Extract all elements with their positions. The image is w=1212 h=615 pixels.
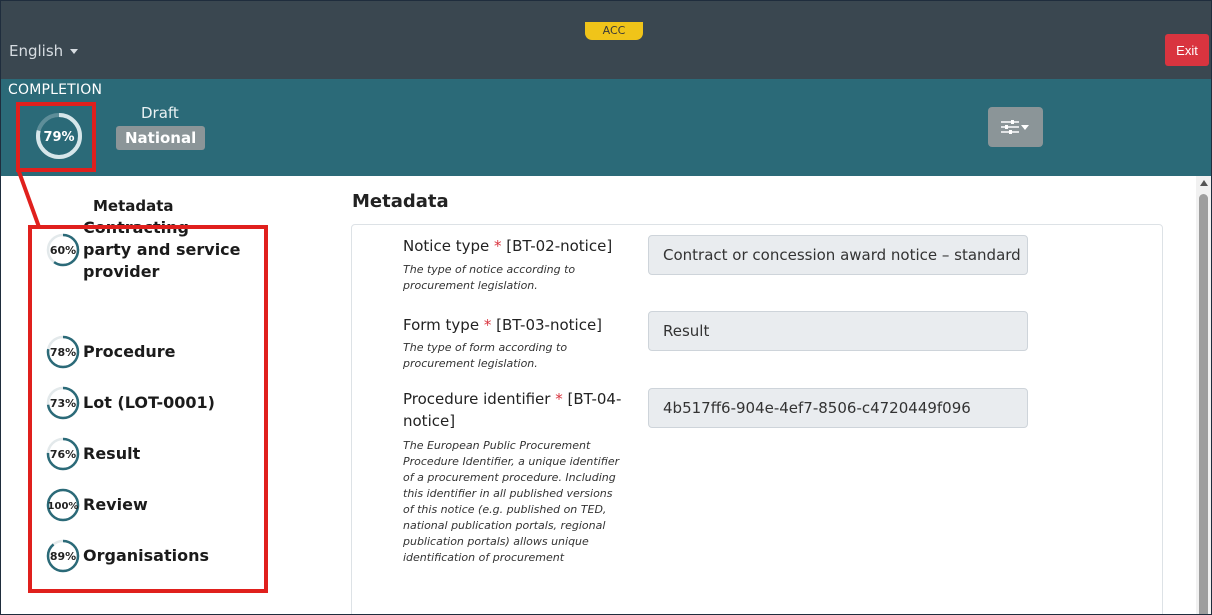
status-label: Draft [141, 104, 179, 122]
field-label-notice-type: Notice type * [BT-02-notice] [403, 237, 613, 255]
completion-label: COMPLETION [8, 82, 103, 98]
field-description-notice-type: The type of notice according to procurem… [403, 263, 576, 292]
app-frame: ACC English Exit COMPLETION 79% Draft Na… [0, 0, 1212, 615]
scroll-up-icon[interactable] [1200, 180, 1208, 186]
notice-type-field[interactable]: Contract or concession award notice – st… [648, 235, 1028, 275]
page-title: Metadata [352, 191, 449, 212]
completion-bar: COMPLETION 79% Draft National [1, 79, 1211, 176]
field-label-procedure-identifier: Procedure identifier * [BT-04-notice] [403, 390, 622, 430]
sliders-icon [1001, 120, 1019, 134]
annotation-box-completion [16, 102, 96, 172]
language-label: English [9, 42, 64, 60]
top-bar: ACC English Exit [1, 1, 1211, 79]
environment-badge: ACC [585, 22, 643, 40]
caret-down-icon [1021, 125, 1029, 130]
scrollbar[interactable] [1196, 176, 1211, 614]
settings-dropdown-button[interactable] [988, 107, 1043, 147]
sidebar-item-metadata[interactable]: Metadata [93, 197, 174, 215]
field-description-procedure-identifier: The European Public Procurement Procedur… [403, 439, 620, 564]
scroll-thumb[interactable] [1199, 194, 1208, 614]
form-type-field[interactable]: Result [648, 311, 1028, 351]
exit-button[interactable]: Exit [1165, 34, 1209, 66]
language-selector[interactable]: English [9, 42, 79, 60]
scope-badge: National [116, 126, 206, 150]
field-description-form-type: The type of form according to procuremen… [403, 341, 568, 370]
field-label-form-type: Form type * [BT-03-notice] [403, 316, 603, 334]
caret-down-icon [70, 49, 79, 54]
annotation-box-sections [28, 225, 268, 593]
procedure-identifier-field[interactable]: 4b517ff6-904e-4ef7-8506-c4720449f096 [648, 388, 1028, 428]
